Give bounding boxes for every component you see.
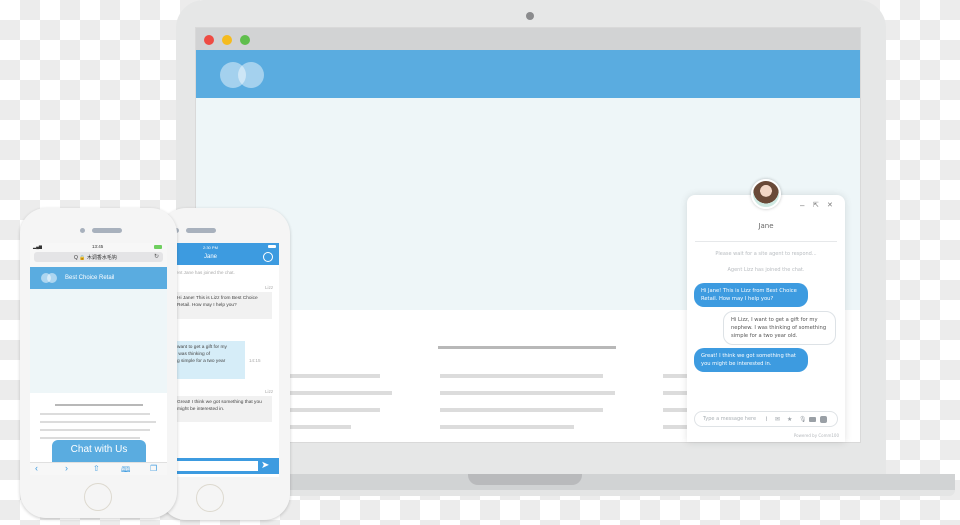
browser-toolbar: ‹ › ⇧ 🕮 ❐ (30, 462, 167, 475)
battery-icon (154, 245, 162, 249)
status-time: 2:30 PM (203, 245, 218, 250)
text-placeholder (440, 391, 615, 395)
send-icon[interactable]: ➤ (261, 460, 269, 472)
phone-back-screen: 2:30 PM Jane ent Jane has joined the cha… (160, 243, 279, 477)
text-placeholder (40, 413, 150, 415)
logo-icon-overlap (238, 62, 264, 88)
phone-camera (80, 228, 85, 233)
menu-icon[interactable] (263, 252, 273, 262)
hero-section (30, 289, 167, 393)
minimize-chat-button[interactable]: – (800, 201, 804, 210)
agent-message: Great! I think we got something that you… (176, 396, 272, 422)
chat-app-header: 2:30 PM Jane (160, 243, 279, 265)
agent-avatar (751, 179, 781, 209)
phone-front: ▂▄▆ 13:45 Q 🔒 木调香水毛钩 ↻ Best Choice Retai… (20, 208, 177, 518)
url-text: Q 🔒 木调香水毛钩 (74, 255, 117, 261)
close-window-button[interactable] (204, 35, 214, 45)
forward-icon[interactable]: › (65, 463, 68, 473)
phone-back: 2:30 PM Jane ent Jane has joined the cha… (160, 208, 290, 520)
chat-widget: – ⇱ ✕ Jane Please wait for a site agent … (687, 195, 845, 442)
print-icon[interactable] (820, 416, 827, 423)
site-name: Best Choice Retail (65, 275, 115, 281)
laptop-base-lip (176, 490, 955, 496)
chat-with-us-button[interactable]: Chat with Us (52, 440, 146, 462)
email-icon[interactable]: ✉ (775, 416, 780, 423)
text-placeholder (40, 437, 140, 439)
share-icon[interactable]: ⇧ (93, 464, 100, 473)
text-placeholder (40, 421, 156, 423)
system-message: ent Jane has joined the chat. (176, 270, 235, 275)
chat-title: Jane (204, 254, 218, 260)
video-icon[interactable] (809, 417, 816, 422)
divider (695, 241, 837, 242)
battery-icon (268, 245, 276, 248)
logo-icon-overlap (47, 273, 57, 283)
signal-icon: ▂▄▆ (33, 244, 42, 249)
message-time: 14:15 (249, 358, 261, 363)
text-placeholder (440, 425, 574, 429)
text-placeholder (440, 374, 603, 378)
home-button[interactable] (196, 484, 224, 512)
bookmarks-icon[interactable]: 🕮 (121, 464, 130, 475)
system-message: Please wait for a site agent to respond.… (715, 251, 817, 257)
agent-name: Jane (758, 222, 774, 230)
laptop-camera (526, 12, 534, 20)
popout-chat-button[interactable]: ⇱ (813, 201, 819, 209)
system-message: Agent Lizz has joined the chat. (727, 267, 805, 273)
microphone-icon[interactable]: 🎙 (799, 416, 807, 423)
tabs-icon[interactable]: ❐ (150, 464, 157, 473)
agent-message: Great! I think we got something that you… (694, 348, 808, 372)
chat-input-bar: ➤ (160, 458, 279, 474)
minimize-window-button[interactable] (222, 35, 232, 45)
browser-titlebar (196, 28, 860, 50)
status-time: 13:45 (92, 244, 104, 249)
agent-message: Hi Jane! This is Lizz from Best Choice R… (176, 292, 272, 319)
message-input-placeholder: Type a message here (703, 416, 757, 422)
site-header (196, 50, 860, 98)
reload-icon[interactable]: ↻ (154, 253, 159, 260)
close-chat-button[interactable]: ✕ (827, 201, 833, 209)
site-header: Best Choice Retail (30, 267, 167, 289)
sender-label: Lizz (265, 285, 274, 290)
text-placeholder (40, 429, 150, 431)
agent-message: Hi Jane! This is Lizz from Best Choice R… (694, 283, 808, 307)
phone-front-screen: ▂▄▆ 13:45 Q 🔒 木调香水毛钩 ↻ Best Choice Retai… (30, 243, 167, 475)
heading-placeholder (55, 404, 143, 406)
sender-label: Lizz (265, 389, 274, 394)
maximize-window-button[interactable] (240, 35, 250, 45)
visitor-message: Hi Lizz, I want to get a gift for my nep… (723, 311, 836, 345)
phone-speaker (186, 228, 216, 233)
visitor-message: want to get a gift for my was thinking o… (176, 341, 245, 379)
laptop-notch (468, 474, 582, 485)
attachment-icon[interactable]: ⌇ (765, 416, 768, 423)
heading-placeholder (438, 346, 616, 349)
star-icon[interactable]: ★ (787, 416, 792, 423)
address-bar[interactable]: Q 🔒 木调香水毛钩 ↻ (34, 252, 163, 262)
message-input[interactable]: Type a message here ⌇ ✉ ★ 🎙 (694, 411, 838, 427)
phone-speaker (92, 228, 122, 233)
text-placeholder (440, 408, 603, 412)
powered-by: Powered by Comm100 (793, 433, 839, 438)
back-icon[interactable]: ‹ (35, 463, 38, 473)
home-button[interactable] (84, 483, 112, 511)
